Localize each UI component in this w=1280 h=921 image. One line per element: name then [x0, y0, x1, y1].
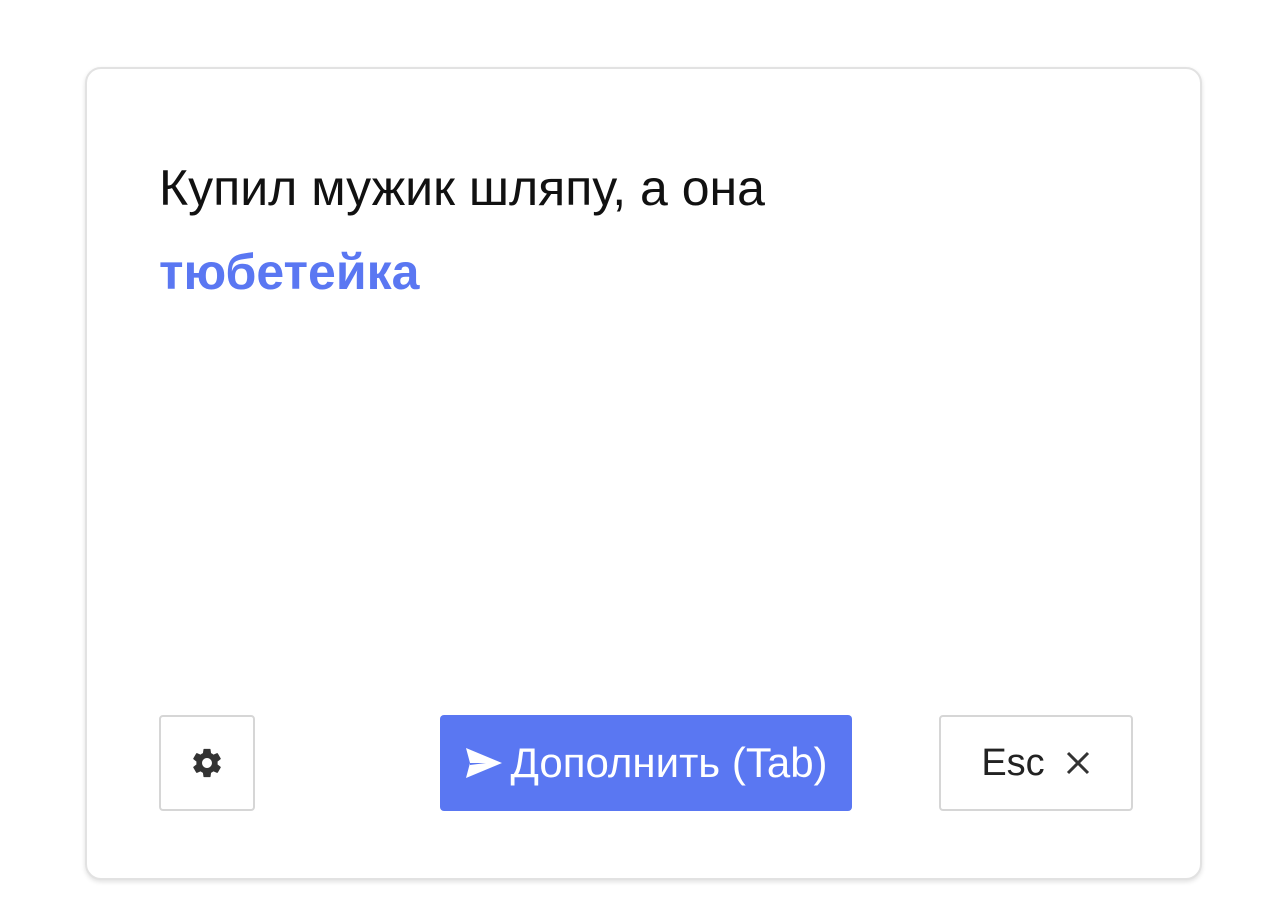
settings-button[interactable]: [159, 715, 255, 811]
close-icon: [1065, 750, 1091, 776]
send-icon: [464, 746, 504, 780]
dismiss-button-label: Esc: [981, 741, 1045, 784]
complete-button-label: Дополнить (Tab): [510, 739, 828, 786]
dismiss-button[interactable]: Esc: [939, 715, 1133, 811]
gear-icon: [190, 746, 224, 780]
completion-card: Купил мужик шляпу, а она тюбетейка Допол…: [85, 67, 1202, 880]
prompt-text[interactable]: Купил мужик шляпу, а она: [159, 157, 765, 219]
completion-suggestion: тюбетейка: [159, 244, 420, 300]
complete-button[interactable]: Дополнить (Tab): [440, 715, 852, 811]
